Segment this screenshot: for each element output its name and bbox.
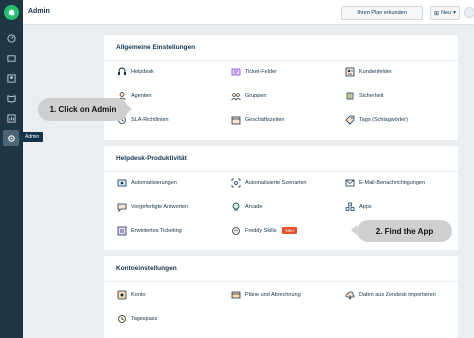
item-label: Kundenfelder bbox=[359, 68, 392, 75]
freddy-skills-icon bbox=[230, 225, 241, 236]
item-label: Erweitertes Ticketing bbox=[131, 227, 182, 234]
billing-icon bbox=[230, 289, 241, 300]
item-label: Apps bbox=[359, 203, 372, 210]
freshdesk-logo-icon[interactable] bbox=[4, 5, 19, 20]
callout-tail bbox=[351, 225, 357, 235]
item-label: Sicherheit bbox=[359, 92, 384, 99]
general-settings-title: Allgemeine Einstellungen bbox=[116, 44, 196, 51]
plus-square-icon: ⊞ bbox=[434, 10, 440, 17]
new-button[interactable]: ⊞ Neu ▾ bbox=[430, 6, 460, 20]
page-title: Admin bbox=[28, 8, 50, 15]
divider bbox=[104, 60, 458, 61]
item-ticket-fields[interactable]: Ticket-Felder bbox=[230, 66, 277, 77]
account-settings-card: Kontoeinstellungen Konto Pläne und Abrec… bbox=[104, 256, 458, 338]
cloud-import-icon bbox=[344, 289, 355, 300]
item-label: Automatisierungen bbox=[131, 179, 177, 186]
divider bbox=[104, 171, 458, 172]
item-label: Pläne und Abrechnung bbox=[245, 291, 301, 298]
item-freddy-skills[interactable]: Freddy Skills Neu bbox=[230, 225, 297, 236]
item-label: Konto bbox=[131, 291, 146, 298]
item-label: Geschäftszeiten bbox=[245, 116, 285, 123]
account-settings-title: Kontoeinstellungen bbox=[116, 265, 177, 272]
email-icon bbox=[344, 177, 355, 188]
contacts-icon[interactable] bbox=[5, 72, 17, 84]
item-label: E-Mail-Benachrichtigungen bbox=[359, 179, 426, 186]
item-tags[interactable]: Tags (Schlagwörter) bbox=[344, 114, 408, 125]
divider bbox=[104, 281, 458, 282]
item-customer-fields[interactable]: Kundenfelder bbox=[344, 66, 392, 77]
item-day-pass[interactable]: Tagespass bbox=[116, 313, 157, 324]
callout-find-app: 2. Find the App bbox=[357, 220, 452, 242]
item-automated-scenarios[interactable]: Automatisierte Szenarien bbox=[230, 177, 306, 188]
item-label: Agenten bbox=[131, 92, 152, 99]
reports-icon[interactable] bbox=[5, 112, 17, 124]
general-settings-card: Allgemeine Einstellungen Helpdesk Ticket… bbox=[104, 35, 458, 140]
account-icon bbox=[116, 289, 127, 300]
day-pass-icon bbox=[116, 313, 127, 324]
item-account[interactable]: Konto bbox=[116, 289, 145, 300]
chevron-down-icon: ▾ bbox=[453, 10, 456, 16]
item-business-hours[interactable]: Geschäftszeiten bbox=[230, 114, 284, 125]
knowledge-base-icon[interactable] bbox=[5, 92, 17, 104]
admin-gear-icon[interactable] bbox=[3, 130, 19, 146]
item-label: Helpdesk bbox=[131, 68, 154, 75]
automations-icon bbox=[116, 177, 127, 188]
callout-click-admin: 1. Click on Admin bbox=[38, 98, 128, 121]
item-label: Tagespass bbox=[131, 315, 158, 322]
business-hours-icon bbox=[230, 114, 241, 125]
headset-icon bbox=[116, 66, 127, 77]
item-import-zendesk[interactable]: Daten aus Zendesk importieren bbox=[344, 289, 436, 300]
helpdesk-productivity-title: Helpdesk-Produktivität bbox=[116, 155, 187, 162]
item-label: Daten aus Zendesk importieren bbox=[359, 291, 436, 298]
item-label: Freddy Skills bbox=[245, 227, 277, 234]
item-helpdesk[interactable]: Helpdesk bbox=[116, 66, 154, 77]
callout-tail bbox=[126, 104, 132, 114]
item-label: Tags (Schlagwörter) bbox=[359, 116, 408, 123]
sidebar bbox=[0, 0, 23, 338]
canned-responses-icon bbox=[116, 201, 127, 212]
item-advanced-ticketing[interactable]: Erweitertes Ticketing bbox=[116, 225, 182, 236]
new-badge: Neu bbox=[282, 227, 297, 234]
tickets-icon[interactable] bbox=[5, 52, 17, 64]
avatar[interactable] bbox=[464, 7, 474, 18]
new-button-label: Neu bbox=[441, 10, 452, 16]
item-label: Vorgefertigte Antworten bbox=[131, 203, 189, 210]
dashboard-icon[interactable] bbox=[5, 32, 17, 44]
item-label: Arcade bbox=[245, 203, 263, 210]
item-arcade[interactable]: Arcade bbox=[230, 201, 262, 212]
explore-plan-button[interactable]: Ihren Plan erkunden bbox=[341, 6, 423, 20]
item-label: Automatisierte Szenarien bbox=[245, 179, 307, 186]
item-groups[interactable]: Gruppen bbox=[230, 90, 266, 101]
item-plans-billing[interactable]: Pläne und Abrechnung bbox=[230, 289, 301, 300]
scenario-icon bbox=[230, 177, 241, 188]
item-security[interactable]: Sicherheit bbox=[344, 90, 383, 101]
security-icon bbox=[344, 90, 355, 101]
topbar: Admin Ihren Plan erkunden ⊞ Neu ▾ bbox=[23, 0, 474, 25]
admin-tooltip: Admin bbox=[21, 132, 44, 142]
item-canned-responses[interactable]: Vorgefertigte Antworten bbox=[116, 201, 188, 212]
item-label: SLA-Richtlinien bbox=[131, 116, 169, 123]
item-automations[interactable]: Automatisierungen bbox=[116, 177, 177, 188]
advanced-ticketing-icon bbox=[116, 225, 127, 236]
arcade-icon bbox=[230, 201, 241, 212]
apps-icon bbox=[344, 201, 355, 212]
customer-fields-icon bbox=[344, 66, 355, 77]
item-label: Gruppen bbox=[245, 92, 267, 99]
ticket-fields-icon bbox=[230, 66, 241, 77]
item-email-notifications[interactable]: E-Mail-Benachrichtigungen bbox=[344, 177, 425, 188]
tag-icon bbox=[344, 114, 355, 125]
item-apps[interactable]: Apps bbox=[344, 201, 372, 212]
groups-icon bbox=[230, 90, 241, 101]
item-label: Ticket-Felder bbox=[245, 68, 277, 75]
